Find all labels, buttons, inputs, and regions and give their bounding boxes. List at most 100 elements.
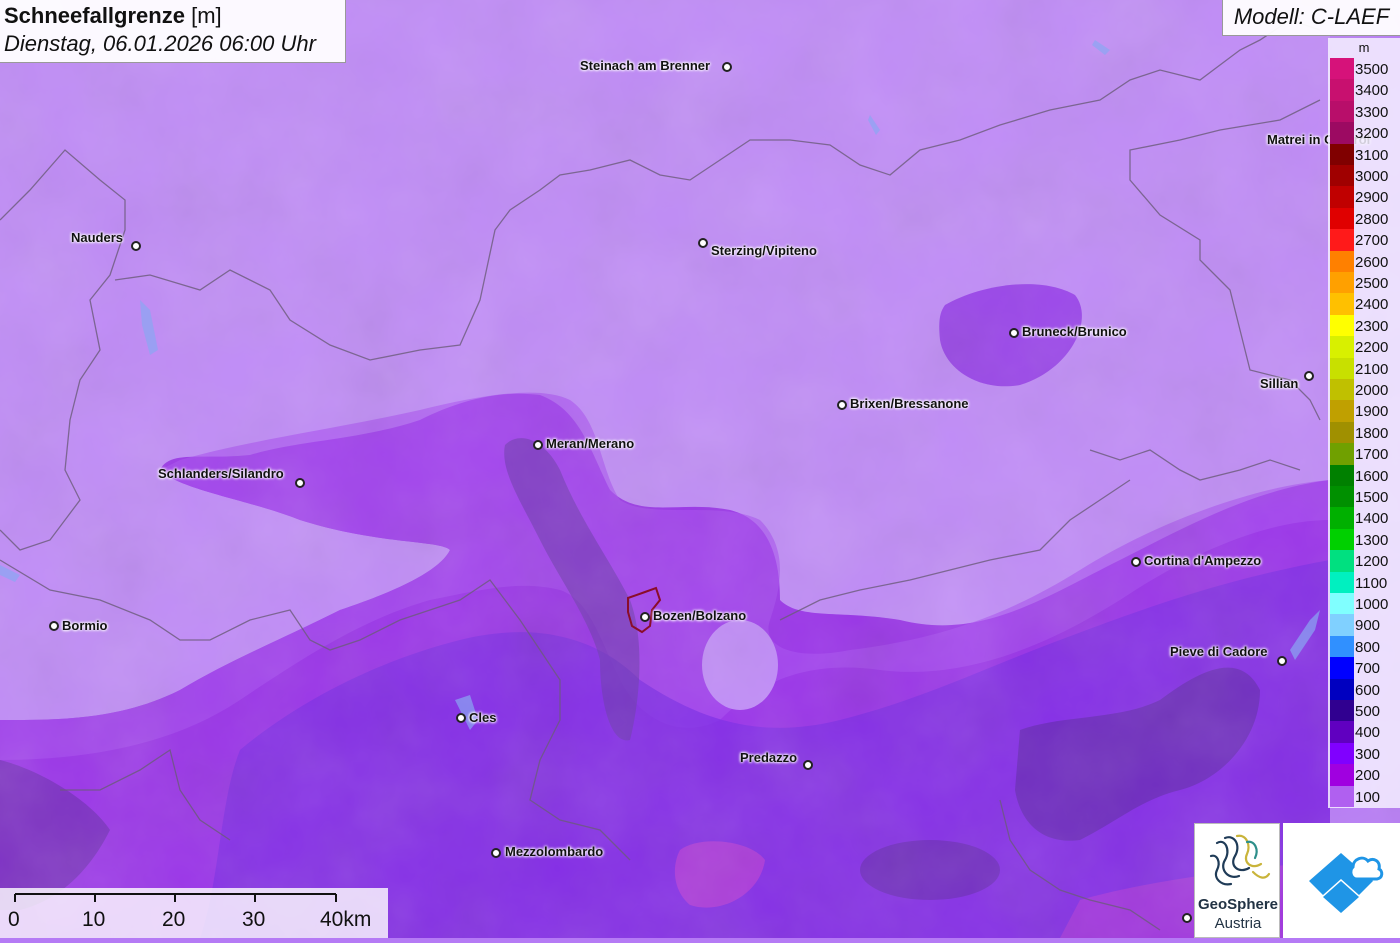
city-label: Meran/Merano: [546, 436, 635, 451]
legend-label: 1900: [1355, 403, 1389, 421]
legend-swatch: [1330, 357, 1354, 379]
legend-swatch: [1330, 79, 1354, 101]
legend-swatch: [1330, 122, 1354, 144]
legend-swatch: [1330, 785, 1354, 807]
city-label: Steinach am Brenner: [580, 58, 711, 73]
legend-swatch: [1330, 400, 1354, 422]
city-label: Schlanders/Silandro: [158, 466, 284, 481]
legend-label: 400: [1355, 724, 1381, 742]
legend-entry: 3300: [1328, 100, 1400, 123]
legend-swatch: [1330, 250, 1354, 272]
legend-swatch: [1330, 678, 1354, 700]
legend-label: 3000: [1355, 168, 1389, 185]
legend-entry: 100: [1328, 785, 1400, 807]
legend-label: 2600: [1355, 253, 1389, 271]
city-label: Cortina d'Ampezzo: [1144, 553, 1262, 568]
legend-label: 1400: [1355, 510, 1389, 528]
weather-app-logo[interactable]: [1283, 823, 1400, 938]
legend-entry: 2500: [1328, 272, 1400, 294]
legend-entry: 2600: [1328, 250, 1400, 272]
geosphere-logo-subtext: Austria: [1214, 915, 1262, 932]
legend-label: 600: [1355, 681, 1381, 699]
city-label: Sillian: [1260, 376, 1299, 391]
city-marker: [491, 848, 501, 858]
city-label: Pieve di Cadore: [1170, 644, 1268, 659]
legend-label: 200: [1355, 767, 1381, 785]
legend-label: 700: [1355, 660, 1381, 678]
color-legend: m 3500 3400 3300 3200 3100 3000 2900 2800 2700 26…: [1328, 38, 1400, 808]
city-marker: [1277, 656, 1287, 666]
scale-label: 30: [242, 908, 266, 931]
legend-swatch: [1330, 550, 1354, 572]
legend-label: 2000: [1355, 382, 1389, 399]
legend-label: 2400: [1355, 296, 1389, 314]
city-marker: [1009, 328, 1019, 338]
legend-entry: 1600: [1328, 464, 1400, 486]
geosphere-logo[interactable]: GeoSphere Austria: [1194, 823, 1280, 938]
legend-entry: 2000: [1328, 379, 1400, 401]
city-marker: [131, 241, 141, 251]
legend-entry: 2400: [1328, 293, 1400, 315]
legend-entry: 2900: [1328, 186, 1400, 208]
legend-entry: 1900: [1328, 400, 1400, 422]
legend-swatch: [1330, 635, 1354, 658]
model-label: Modell: C-LAEF: [1222, 0, 1400, 36]
legend-entry: 1800: [1328, 421, 1400, 444]
legend-label: 1600: [1355, 467, 1389, 485]
city-marker: [456, 713, 466, 723]
legend-swatch: [1330, 700, 1354, 722]
legend-entry: 1000: [1328, 593, 1400, 615]
city-marker: [698, 238, 708, 248]
legend-label: 2500: [1355, 275, 1389, 292]
scale-label: 10: [82, 908, 106, 931]
map-title: Schneefallgrenze [m]: [4, 3, 222, 28]
legend-entry: 3100: [1328, 143, 1400, 165]
legend-entry: 500: [1328, 700, 1400, 722]
legend-swatch: [1330, 528, 1354, 551]
city-marker: [295, 478, 305, 488]
app-cloud-arrow-icon: [1309, 853, 1384, 913]
city-label: Mezzolombardo: [505, 844, 604, 859]
geosphere-logo-text: GeoSphere: [1197, 896, 1279, 913]
legend-swatch: [1330, 379, 1354, 401]
legend-label: 800: [1355, 638, 1381, 656]
map-title-box: Schneefallgrenze [m] Dienstag, 06.01.202…: [0, 0, 346, 63]
legend-entry: 2200: [1328, 336, 1400, 358]
legend-label: 1200: [1355, 553, 1389, 571]
legend-label: 1000: [1355, 596, 1389, 613]
city-marker: [640, 612, 650, 622]
legend-swatch: [1330, 464, 1354, 486]
city-label: Nauders: [71, 230, 124, 245]
legend-swatch: [1330, 421, 1354, 444]
legend-label: 100: [1355, 788, 1381, 806]
legend-swatch: [1330, 100, 1354, 123]
legend-swatch: [1330, 207, 1354, 230]
legend-label: 2900: [1355, 189, 1389, 207]
city-marker: [803, 760, 813, 770]
legend-swatch: [1330, 443, 1354, 465]
city-label: Bozen/Bolzano: [653, 608, 747, 623]
forecast-datetime: Dienstag, 06.01.2026 06:00 Uhr: [4, 31, 316, 56]
legend-unit: m: [1358, 40, 1370, 55]
city-marker: [1304, 371, 1314, 381]
legend-entry: 3000: [1328, 165, 1400, 187]
city-label: Predazzo: [740, 750, 798, 765]
legend-label: 900: [1355, 617, 1381, 635]
legend-swatch: [1330, 165, 1354, 187]
scale-label: 20: [162, 908, 186, 931]
legend-label: 2800: [1355, 210, 1389, 228]
legend-entry: 2100: [1328, 357, 1400, 379]
legend-entry: 600: [1328, 678, 1400, 700]
legend-entry: 1400: [1328, 507, 1400, 529]
legend-entry: 2700: [1328, 229, 1400, 251]
city-label: Brixen/Bressanone: [850, 396, 969, 411]
legend-entry: 400: [1328, 721, 1400, 743]
legend-swatch: [1330, 58, 1354, 80]
legend-label: 1300: [1355, 531, 1389, 549]
legend-entry: 3500: [1328, 58, 1400, 80]
legend-label: 2200: [1355, 339, 1389, 357]
legend-swatch: [1330, 272, 1354, 294]
legend-swatch: [1330, 593, 1354, 615]
legend-swatch: [1330, 721, 1354, 743]
legend-label: 1800: [1355, 424, 1389, 442]
